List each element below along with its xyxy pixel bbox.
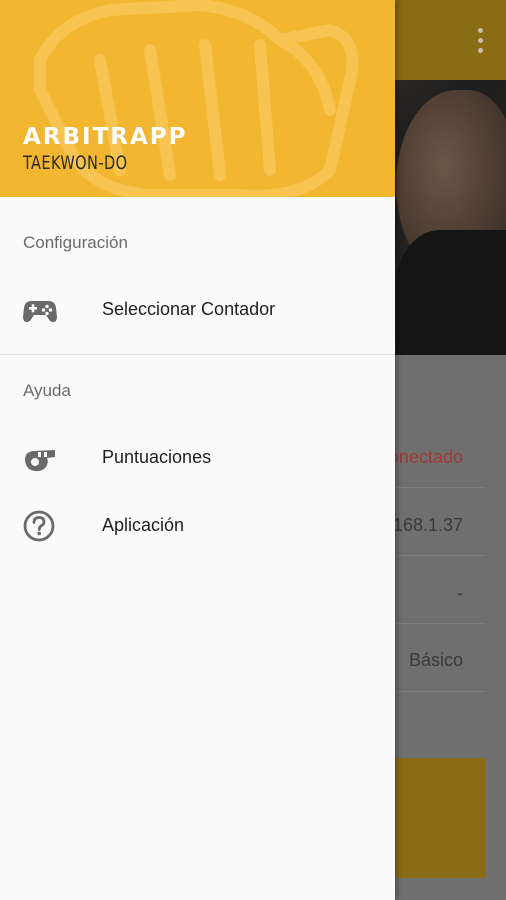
mode-row: Básico bbox=[395, 624, 485, 692]
app-title: ARBITRAPP bbox=[23, 124, 188, 150]
value-row: - bbox=[395, 556, 485, 624]
navigation-drawer: ARBITRAPP TAEKWON-DO Configuración Selec… bbox=[0, 0, 395, 900]
whistle-icon bbox=[25, 450, 55, 472]
background-action-button[interactable] bbox=[395, 758, 485, 878]
menu-label-puntuaciones: Puntuaciones bbox=[102, 447, 212, 467]
gamepad-icon bbox=[23, 301, 57, 322]
menu-item-seleccionar-contador[interactable]: Seleccionar Contador bbox=[0, 280, 395, 340]
ip-row: 2.168.1.37 bbox=[378, 488, 485, 556]
section-divider bbox=[0, 354, 395, 355]
drawer-header: ARBITRAPP TAEKWON-DO bbox=[0, 0, 395, 197]
overflow-menu-icon[interactable] bbox=[476, 28, 484, 53]
help-circle-icon bbox=[23, 510, 55, 542]
menu-item-aplicacion[interactable]: Aplicación bbox=[0, 496, 395, 556]
mode-value: Básico bbox=[408, 650, 463, 670]
section-title-ayuda: Ayuda bbox=[23, 381, 71, 400]
menu-item-puntuaciones[interactable]: Puntuaciones bbox=[0, 428, 395, 488]
app-subtitle: TAEKWON-DO bbox=[23, 152, 128, 174]
empty-value: - bbox=[457, 583, 463, 603]
status-row: Conectado bbox=[376, 420, 485, 488]
section-title-configuracion: Configuración bbox=[23, 233, 128, 252]
menu-label-aplicacion: Aplicación bbox=[102, 515, 185, 535]
menu-label-seleccionar-contador: Seleccionar Contador bbox=[102, 299, 276, 319]
